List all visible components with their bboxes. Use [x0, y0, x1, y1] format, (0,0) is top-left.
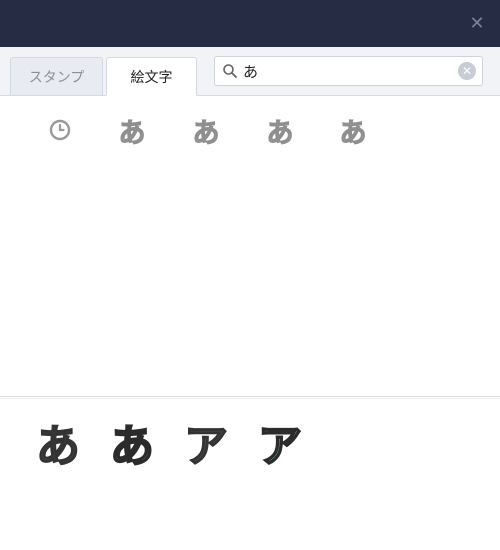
recent-tab[interactable]	[40, 110, 80, 150]
preview-item[interactable]: あ	[102, 412, 162, 473]
preview-item[interactable]: ア	[176, 412, 236, 473]
emoji-item-glyph: あ	[266, 117, 294, 149]
emoji-item[interactable]: あ	[112, 110, 152, 150]
close-icon[interactable]: ✕	[466, 12, 488, 34]
preview-glyph: ア	[257, 420, 303, 473]
preview-glyph: あ	[109, 420, 155, 473]
preview-glyph: あ	[35, 420, 81, 473]
emoji-item-glyph: あ	[192, 117, 220, 149]
tab-emoji-label: 絵文字	[130, 69, 173, 86]
preview-panel: あ あ ア ア	[0, 400, 500, 550]
search-input[interactable]	[243, 60, 443, 82]
tab-emoji[interactable]: 絵文字	[106, 57, 197, 96]
emoji-item[interactable]: あ	[260, 110, 300, 150]
emoji-item[interactable]: あ	[333, 110, 373, 150]
emoji-item[interactable]: あ	[186, 110, 226, 150]
search-box[interactable]: ✕	[214, 56, 483, 86]
divider	[0, 396, 500, 399]
tab-bar: スタンプ 絵文字 ✕	[0, 47, 500, 96]
tab-stamp-label: スタンプ	[28, 69, 85, 86]
title-bar: ✕	[0, 0, 500, 47]
emoji-item-glyph: あ	[118, 117, 146, 149]
preview-glyph: ア	[183, 420, 229, 473]
tab-stamp[interactable]: スタンプ	[10, 57, 103, 95]
preview-item[interactable]: あ	[28, 412, 88, 473]
search-icon	[223, 64, 237, 78]
emoji-grid: あ あ あ あ	[0, 96, 500, 396]
clock-icon	[49, 119, 71, 141]
emoji-item-glyph: あ	[339, 117, 367, 149]
clear-icon[interactable]: ✕	[458, 62, 476, 80]
preview-item[interactable]: ア	[250, 412, 310, 473]
